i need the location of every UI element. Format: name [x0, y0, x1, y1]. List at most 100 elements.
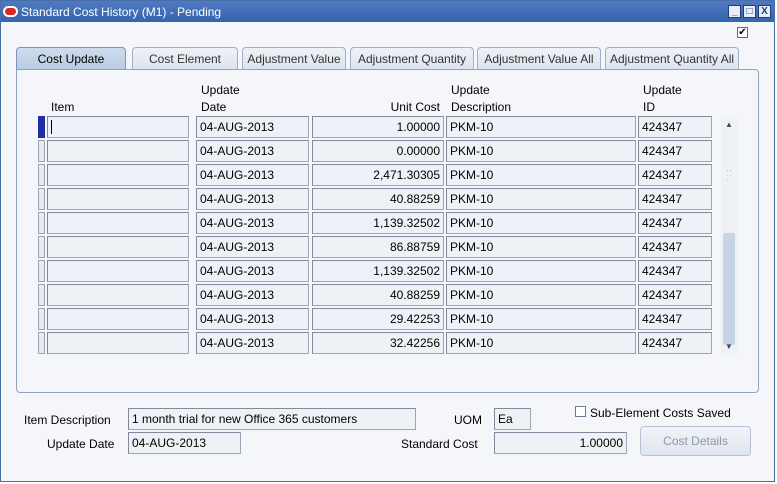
top-checkbox[interactable]: ✔ — [737, 27, 748, 38]
header-update-description-line2: Description — [451, 100, 512, 114]
item-cell[interactable] — [47, 236, 189, 258]
item-cell[interactable] — [47, 284, 189, 306]
unit-cost-cell[interactable]: 0.00000 — [312, 140, 444, 162]
unit-cost-cell[interactable]: 40.88259 — [312, 188, 444, 210]
update-date-field[interactable]: 04-AUG-2013 — [128, 432, 241, 454]
update-date-cell[interactable]: 04-AUG-2013 — [196, 188, 309, 210]
title-bar[interactable]: Standard Cost History (M1) - Pending _ □… — [1, 1, 774, 22]
maximize-button[interactable]: □ — [743, 5, 756, 18]
update-id-cell[interactable]: 424347 — [638, 284, 712, 306]
tab-adjustment-quantity-all[interactable]: Adjustment Quantity All — [605, 47, 739, 69]
item-cell[interactable] — [47, 188, 189, 210]
main-window: Standard Cost History (M1) - Pending _ □… — [0, 0, 775, 482]
update-id-cell[interactable]: 424347 — [638, 164, 712, 186]
row-selector[interactable] — [38, 140, 45, 162]
unit-cost-cell[interactable]: 86.88759 — [312, 236, 444, 258]
standard-cost-field[interactable]: 1.00000 — [494, 432, 627, 454]
scroll-down-arrow-icon[interactable]: ▼ — [723, 341, 735, 353]
header-update-date-line1: Update — [201, 83, 240, 97]
item-cell[interactable] — [47, 260, 189, 282]
update-id-cell[interactable]: 424347 — [638, 260, 712, 282]
close-button[interactable]: X — [758, 5, 771, 18]
sub-element-costs-checkbox[interactable] — [575, 406, 586, 417]
item-description-label: Item Description — [24, 413, 111, 427]
update-id-cell[interactable]: 424347 — [638, 308, 712, 330]
update-description-cell[interactable]: PKM-10 — [446, 116, 636, 138]
item-cell[interactable] — [47, 332, 189, 354]
tab-adjustment-value[interactable]: Adjustment Value — [242, 47, 346, 69]
update-date-cell[interactable]: 04-AUG-2013 — [196, 260, 309, 282]
update-description-cell[interactable]: PKM-10 — [446, 164, 636, 186]
update-id-cell[interactable]: 424347 — [638, 212, 712, 234]
window-controls: _ □ X — [728, 5, 771, 18]
row-selector[interactable] — [38, 332, 45, 354]
update-description-cell[interactable]: PKM-10 — [446, 236, 636, 258]
uom-label: UOM — [454, 413, 482, 427]
update-description-cell[interactable]: PKM-10 — [446, 188, 636, 210]
update-date-cell[interactable]: 04-AUG-2013 — [196, 236, 309, 258]
scroll-grip-icon: · · · · · · — [726, 168, 732, 184]
scroll-up-arrow-icon[interactable]: ▲ — [723, 119, 735, 131]
update-date-cell[interactable]: 04-AUG-2013 — [196, 212, 309, 234]
update-date-label: Update Date — [47, 437, 115, 451]
update-date-cell[interactable]: 04-AUG-2013 — [196, 308, 309, 330]
update-date-cell[interactable]: 04-AUG-2013 — [196, 332, 309, 354]
cost-details-button[interactable]: Cost Details — [640, 426, 751, 456]
item-description-field[interactable]: 1 month trial for new Office 365 custome… — [128, 408, 416, 430]
header-update-id-line2: ID — [643, 100, 655, 114]
table-scrollbar[interactable]: ▲ · · · · · · ▼ — [721, 117, 737, 355]
header-update-id-line1: Update — [643, 83, 682, 97]
uom-field[interactable]: Ea — [494, 408, 531, 430]
item-cell[interactable] — [47, 116, 189, 138]
item-cell[interactable] — [47, 212, 189, 234]
update-date-cell[interactable]: 04-AUG-2013 — [196, 116, 309, 138]
header-update-date-line2: Date — [201, 100, 227, 114]
unit-cost-cell[interactable]: 1,139.32502 — [312, 212, 444, 234]
item-cell[interactable] — [47, 164, 189, 186]
row-selector[interactable] — [38, 308, 45, 330]
window-title: Standard Cost History (M1) - Pending — [21, 4, 222, 19]
update-id-cell[interactable]: 424347 — [638, 332, 712, 354]
sub-element-costs-label: Sub-Element Costs Saved — [590, 406, 731, 420]
update-description-cell[interactable]: PKM-10 — [446, 284, 636, 306]
update-description-cell[interactable]: PKM-10 — [446, 332, 636, 354]
update-id-cell[interactable]: 424347 — [638, 116, 712, 138]
tab-cost-element[interactable]: Cost Element — [132, 47, 238, 69]
text-cursor — [51, 120, 52, 134]
row-selector[interactable] — [38, 284, 45, 306]
update-description-cell[interactable]: PKM-10 — [446, 260, 636, 282]
tab-adjustment-value-all[interactable]: Adjustment Value All — [477, 47, 601, 69]
tab-cost-update[interactable]: Cost Update — [16, 47, 126, 70]
row-selector[interactable] — [38, 188, 45, 210]
unit-cost-cell[interactable]: 32.42256 — [312, 332, 444, 354]
update-description-cell[interactable]: PKM-10 — [446, 140, 636, 162]
standard-cost-label: Standard Cost — [401, 437, 478, 451]
update-description-cell[interactable]: PKM-10 — [446, 308, 636, 330]
unit-cost-cell[interactable]: 1.00000 — [312, 116, 444, 138]
unit-cost-cell[interactable]: 2,471.30305 — [312, 164, 444, 186]
update-id-cell[interactable]: 424347 — [638, 188, 712, 210]
row-selector[interactable] — [38, 164, 45, 186]
row-selector[interactable] — [38, 212, 45, 234]
header-update-description-line1: Update — [451, 83, 490, 97]
item-cell[interactable] — [47, 308, 189, 330]
header-item: Item — [51, 100, 75, 114]
row-selector[interactable] — [38, 116, 45, 138]
oracle-logo-icon — [3, 6, 18, 17]
unit-cost-cell[interactable]: 1,139.32502 — [312, 260, 444, 282]
tab-adjustment-quantity[interactable]: Adjustment Quantity — [350, 47, 474, 69]
update-date-cell[interactable]: 04-AUG-2013 — [196, 164, 309, 186]
unit-cost-cell[interactable]: 29.42253 — [312, 308, 444, 330]
minimize-button[interactable]: _ — [728, 5, 741, 18]
scroll-thumb[interactable] — [723, 233, 735, 345]
update-id-cell[interactable]: 424347 — [638, 140, 712, 162]
update-date-cell[interactable]: 04-AUG-2013 — [196, 284, 309, 306]
item-cell[interactable] — [47, 140, 189, 162]
row-selector[interactable] — [38, 260, 45, 282]
unit-cost-cell[interactable]: 40.88259 — [312, 284, 444, 306]
update-id-cell[interactable]: 424347 — [638, 236, 712, 258]
row-selector[interactable] — [38, 236, 45, 258]
header-unit-cost: Unit Cost — [390, 100, 440, 114]
update-description-cell[interactable]: PKM-10 — [446, 212, 636, 234]
update-date-cell[interactable]: 04-AUG-2013 — [196, 140, 309, 162]
